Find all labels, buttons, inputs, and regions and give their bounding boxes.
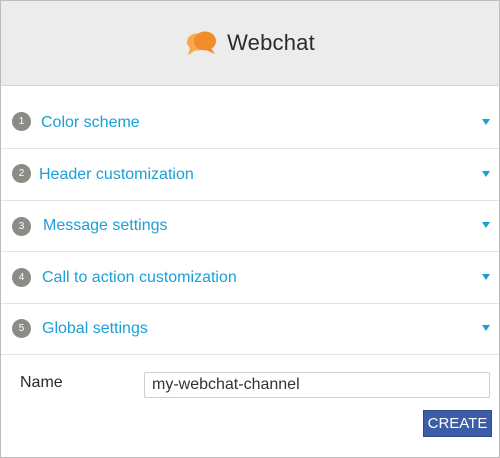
- section-call-to-action-customization[interactable]: 4 Call to action customization: [1, 252, 499, 304]
- section-global-settings[interactable]: 5 Global settings: [1, 303, 499, 355]
- section-label: Call to action customization: [42, 269, 237, 286]
- step-number-badge: 3: [12, 217, 31, 236]
- section-label: Header customization: [39, 166, 194, 183]
- webchat-panel: Webchat 1 Color scheme 2 Header customiz…: [0, 0, 500, 458]
- chevron-down-icon[interactable]: [482, 171, 490, 177]
- step-number-badge: 2: [12, 164, 31, 183]
- chevron-down-icon[interactable]: [482, 274, 490, 280]
- chat-bubbles-icon: [187, 31, 217, 55]
- section-message-settings[interactable]: 3 Message settings: [1, 200, 499, 252]
- step-number-badge: 5: [12, 319, 31, 338]
- panel-title: Webchat: [227, 30, 315, 55]
- step-number-badge: 1: [12, 112, 31, 131]
- step-number-badge: 4: [12, 268, 31, 287]
- section-label: Message settings: [43, 217, 168, 234]
- name-input[interactable]: [144, 372, 490, 398]
- name-label: Name: [20, 374, 63, 391]
- section-label: Color scheme: [41, 114, 140, 131]
- section-color-scheme[interactable]: 1 Color scheme: [1, 97, 499, 149]
- panel-header: Webchat: [1, 1, 499, 86]
- create-button[interactable]: CREATE: [423, 410, 492, 437]
- chevron-down-icon[interactable]: [482, 325, 490, 331]
- section-header-customization[interactable]: 2 Header customization: [1, 149, 499, 201]
- section-label: Global settings: [42, 320, 148, 337]
- chevron-down-icon[interactable]: [482, 222, 490, 228]
- chevron-down-icon[interactable]: [482, 119, 490, 125]
